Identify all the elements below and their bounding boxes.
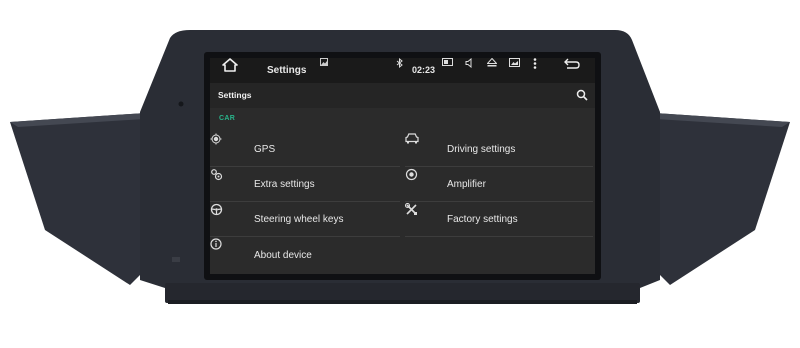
gps-icon	[210, 133, 234, 157]
steering-wheel-icon	[210, 203, 234, 227]
driving-label: Driving settings	[447, 144, 516, 155]
car-icon	[405, 133, 429, 157]
back-icon[interactable]	[564, 58, 582, 83]
setting-about[interactable]: About device	[210, 238, 400, 272]
steering-label: Steering wheel keys	[254, 214, 344, 225]
gps-label: GPS	[254, 144, 276, 155]
more-icon[interactable]	[533, 58, 543, 83]
eject-icon[interactable]	[487, 58, 501, 83]
volume-icon[interactable]	[465, 58, 479, 83]
android-screen: Settings 02:23 Settings CAR GPS Driving …	[210, 58, 595, 274]
amplifier-label: Amplifier	[447, 179, 486, 190]
tools-icon	[405, 203, 429, 227]
info-icon	[210, 238, 234, 262]
setting-factory[interactable]: Factory settings	[405, 203, 593, 237]
about-label: About device	[254, 249, 312, 261]
section-header-car: CAR	[219, 115, 236, 122]
setting-steering[interactable]: Steering wheel keys	[210, 203, 400, 237]
status-bar: Settings 02:23	[210, 58, 595, 83]
status-time: 02:23	[412, 65, 436, 75]
setting-amplifier[interactable]: Amplifier	[405, 168, 593, 202]
factory-label: Factory settings	[447, 214, 518, 225]
setting-extra[interactable]: Extra settings	[210, 168, 400, 202]
car-head-unit: Settings 02:23 Settings CAR GPS Driving …	[0, 0, 800, 348]
setting-gps[interactable]: GPS	[210, 133, 400, 167]
amplifier-icon	[405, 168, 429, 192]
search-icon[interactable]	[576, 89, 590, 103]
status-title: Settings	[267, 65, 307, 76]
home-icon[interactable]	[222, 58, 240, 83]
bluetooth-icon	[396, 58, 406, 83]
gears-icon	[211, 169, 234, 192]
setting-driving[interactable]: Driving settings	[405, 133, 593, 167]
app-bar: Settings	[210, 83, 595, 108]
extra-label: Extra settings	[254, 179, 315, 190]
radio-icon[interactable]	[442, 58, 456, 83]
page-title: Settings	[218, 90, 252, 100]
image-icon	[320, 58, 330, 83]
screenshot-icon[interactable]	[509, 58, 523, 83]
